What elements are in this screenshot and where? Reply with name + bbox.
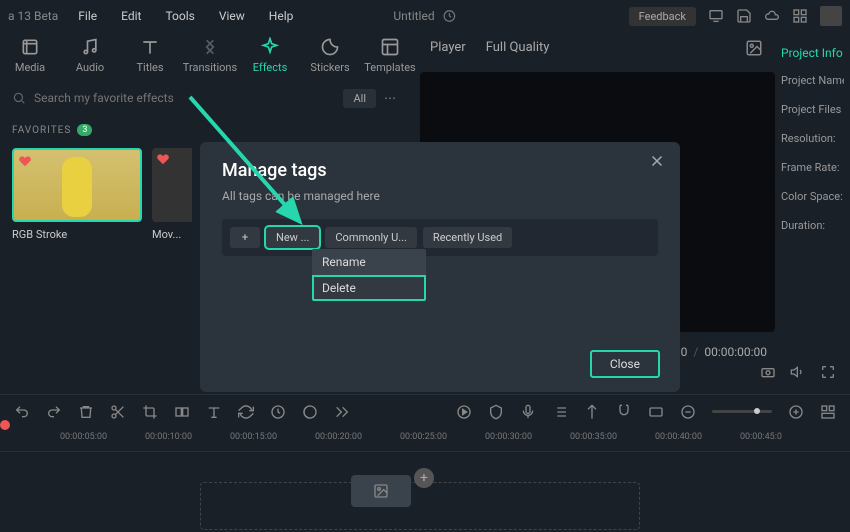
manage-tags-modal: Manage tags All tags can be managed here… — [200, 142, 680, 392]
tag-chip[interactable]: Recently Used — [423, 227, 512, 248]
ctx-rename[interactable]: Rename — [312, 249, 426, 275]
close-button[interactable]: Close — [590, 350, 660, 378]
tags-row: + New ... Commonly U... Recently Used Re… — [222, 219, 658, 256]
modal-subtitle: All tags can be managed here — [222, 189, 658, 203]
context-menu: Rename Delete — [312, 249, 426, 301]
tag-chip[interactable]: New ... — [266, 227, 319, 248]
modal-title: Manage tags — [222, 160, 658, 181]
close-icon[interactable] — [648, 152, 666, 170]
tag-chip[interactable]: Commonly U... — [325, 227, 417, 248]
add-tag-button[interactable]: + — [230, 227, 260, 248]
ctx-delete[interactable]: Delete — [312, 275, 426, 301]
